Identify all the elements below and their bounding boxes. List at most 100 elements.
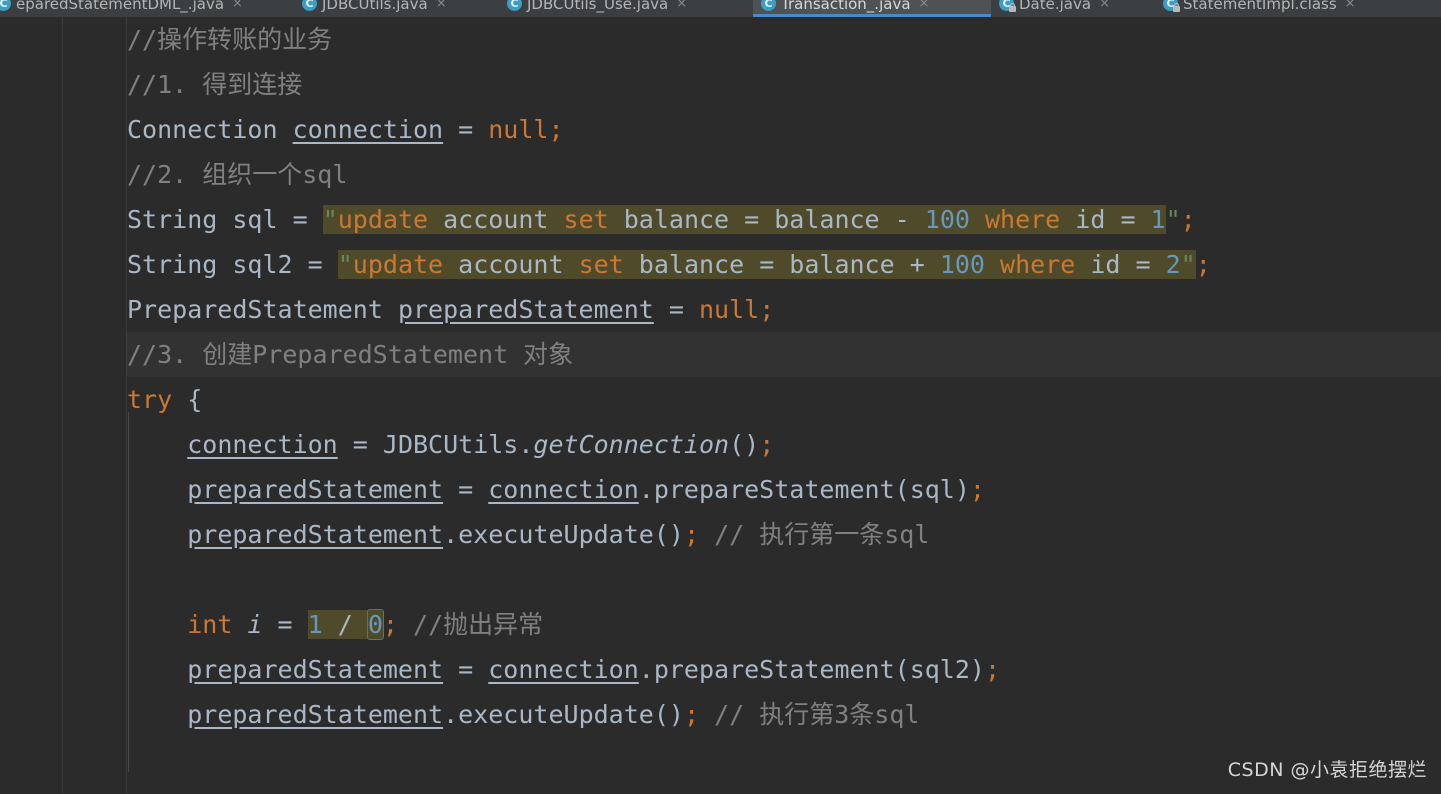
code-semicolon: ;	[969, 475, 985, 504]
code-semicolon: ;	[683, 520, 699, 549]
editor-tab-preparedstatementdml[interactable]: C eparedStatementDML_.java ×	[0, 0, 294, 17]
close-icon[interactable]: ×	[1345, 0, 1356, 11]
code-operator: =	[277, 610, 308, 639]
code-semicolon: ;	[548, 115, 564, 144]
code-sql-keyword: set	[563, 205, 609, 234]
code-sql-text: account	[428, 205, 564, 234]
code-line[interactable]: String sql = "update account set balance…	[127, 197, 1441, 242]
code-number: 1	[1150, 205, 1166, 234]
code-line-empty[interactable]	[127, 557, 1441, 602]
editor-tab-date[interactable]: C Date.java ×	[991, 0, 1155, 17]
code-variable: connection	[488, 655, 639, 684]
code-line[interactable]: //操作转账的业务	[127, 17, 1441, 62]
editor-tab-jdbcutils-use[interactable]: C JDBCUtils_Use.java ×	[499, 0, 753, 17]
code-semicolon: ;	[683, 700, 699, 729]
code-line[interactable]: //1. 得到连接	[127, 62, 1441, 107]
code-line[interactable]: Connection connection = null;	[127, 107, 1441, 152]
code-line[interactable]: String sql2 = "update account set balanc…	[127, 242, 1441, 287]
code-comment: // 执行第3条sql	[714, 700, 920, 729]
editor-tab-transaction[interactable]: C Transaction_.java ×	[753, 0, 991, 17]
code-sql-text: balance = balance +	[623, 250, 940, 279]
code-operator: =	[443, 475, 489, 504]
java-class-icon: C	[1163, 0, 1180, 12]
lock-icon	[1009, 3, 1016, 12]
code-method: executeUpdate	[458, 520, 654, 549]
code-operator: =	[443, 655, 489, 684]
editor-tab-jdbcutils[interactable]: C JDBCUtils.java ×	[294, 0, 499, 17]
code-sql-keyword: update	[352, 250, 444, 279]
close-icon[interactable]: ×	[919, 0, 930, 11]
code-line[interactable]: preparedStatement.executeUpdate(); // 执行…	[127, 512, 1441, 557]
code-sql-keyword: where	[969, 205, 1061, 234]
code-keyword-int: int	[187, 610, 233, 639]
csdn-watermark: CSDN @小袁拒绝摆烂	[1227, 759, 1427, 781]
java-class-icon: C	[761, 0, 776, 11]
code-comment: //操作转账的业务	[127, 25, 333, 54]
code-line[interactable]: int i = 1 / 0; //抛出异常	[127, 602, 1441, 647]
code-sql-text: id =	[1060, 205, 1151, 234]
code-line-current[interactable]: //3. 创建PreparedStatement 对象	[127, 332, 1441, 377]
code-sql-text: id =	[1075, 250, 1166, 279]
code-number-highlighted: 0	[366, 609, 384, 640]
code-method: prepareStatement	[653, 655, 895, 684]
code-line[interactable]: preparedStatement.executeUpdate(); // 执行…	[127, 692, 1441, 737]
code-class: JDBCUtils	[382, 430, 519, 459]
code-line[interactable]: try {	[127, 377, 1441, 422]
code-line[interactable]: //2. 组织一个sql	[127, 152, 1441, 197]
code-editor[interactable]: //操作转账的业务 //1. 得到连接 Connection connectio…	[127, 17, 1441, 794]
code-variable: preparedStatement	[187, 655, 444, 684]
code-operator: =	[653, 295, 699, 324]
code-string-quote: "	[1180, 250, 1196, 279]
editor-tab-label: Transaction_.java	[781, 0, 911, 13]
code-line[interactable]: connection = JDBCUtils.getConnection();	[127, 422, 1441, 467]
code-number: 100	[939, 250, 985, 279]
code-line[interactable]: PreparedStatement preparedStatement = nu…	[127, 287, 1441, 332]
code-dot: .	[443, 520, 459, 549]
java-class-icon: C	[0, 0, 11, 11]
editor-gutter-linenumbers[interactable]	[63, 17, 127, 794]
code-variable: sql	[217, 205, 293, 234]
close-icon[interactable]: ×	[676, 0, 687, 11]
code-operator: =	[337, 430, 383, 459]
code-static-method: getConnection	[533, 430, 730, 459]
editor-tab-statementimpl[interactable]: C StatementImpl.class ×	[1155, 0, 1430, 17]
code-keyword-null: null	[698, 295, 760, 324]
close-icon[interactable]: ×	[232, 0, 243, 11]
code-line[interactable]: preparedStatement = connection.prepareSt…	[127, 647, 1441, 692]
code-line[interactable]: preparedStatement = connection.prepareSt…	[127, 467, 1441, 512]
editor-tab-label: Date.java	[1019, 0, 1092, 13]
code-comment: //3. 创建PreparedStatement 对象	[127, 340, 574, 369]
code-dot: .	[518, 430, 534, 459]
close-icon[interactable]: ×	[436, 0, 447, 11]
ide-window: C eparedStatementDML_.java × C JDBCUtils…	[0, 0, 1441, 794]
code-args: (sql2)	[894, 655, 985, 684]
code-variable: connection	[187, 430, 338, 459]
code-operator: =	[443, 115, 489, 144]
code-comment: //2. 组织一个sql	[127, 160, 348, 189]
code-dot: .	[443, 700, 459, 729]
code-sql-keyword: update	[337, 205, 429, 234]
code-operator: /	[322, 610, 368, 639]
editor-gutter-markers[interactable]	[0, 17, 63, 794]
editor-tab-label: StatementImpl.class	[1183, 0, 1337, 13]
code-brace: {	[172, 385, 203, 414]
code-keyword-null: null	[488, 115, 549, 144]
code-operator: =	[292, 205, 323, 234]
code-sql-keyword: set	[578, 250, 624, 279]
code-keyword-try: try	[127, 385, 173, 414]
code-number: 1	[307, 610, 323, 639]
code-method: prepareStatement	[653, 475, 895, 504]
code-semicolon: ;	[382, 610, 398, 639]
code-string-quote: "	[322, 205, 338, 234]
editor-tab-bar[interactable]: C eparedStatementDML_.java × C JDBCUtils…	[0, 0, 1441, 18]
code-parens: ()	[653, 700, 684, 729]
code-type: PreparedStatement	[127, 295, 383, 324]
close-icon[interactable]: ×	[1099, 0, 1110, 11]
code-variable: preparedStatement	[187, 700, 444, 729]
code-parens: ()	[729, 430, 760, 459]
java-class-icon: C	[507, 0, 522, 11]
code-variable: connection	[488, 475, 639, 504]
code-string-quote: "	[337, 250, 353, 279]
